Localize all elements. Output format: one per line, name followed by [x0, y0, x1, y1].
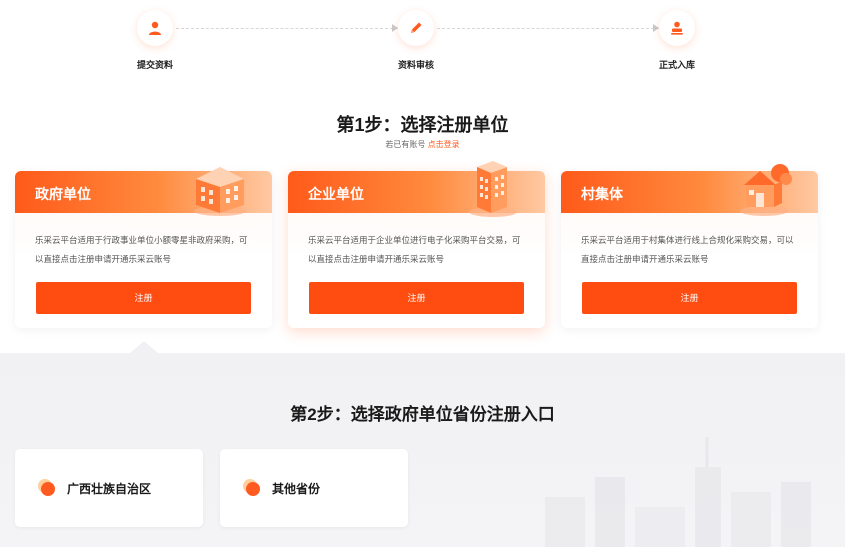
step-review: 资料审核 [371, 10, 461, 71]
register-button-enterprise[interactable]: 注册 [309, 282, 524, 314]
province-name: 广西壮族自治区 [67, 482, 152, 496]
card-header: 村集体 [561, 164, 818, 216]
login-hint: 若已有账号 点击登录 [0, 139, 845, 150]
user-stamp-icon [659, 10, 695, 46]
step-connector [176, 24, 398, 32]
card-title: 政府单位 [35, 186, 91, 202]
step-label: 提交资料 [136, 60, 173, 70]
step-label: 资料审核 [397, 60, 434, 70]
city-skyline-decoration [545, 437, 811, 547]
registration-page: 提交资料 资料审核 正式入库 第1步：选择注册单位 若已有账号 点击登录 政府单… [0, 0, 845, 547]
step-stored: 正式入库 [632, 10, 722, 71]
user-icon [137, 10, 173, 46]
province-name: 其他省份 [272, 482, 321, 496]
card-village[interactable]: 村集体 乐采云平台适用于村集体进行线上合规化采购交易，可以直接点击注册申请开通乐… [561, 164, 818, 328]
step-connector [437, 24, 659, 32]
province-guangxi[interactable]: 广西壮族自治区 [15, 449, 203, 527]
pencil-icon [398, 10, 434, 46]
register-button-village[interactable]: 注册 [582, 282, 797, 314]
orange-dot-icon [38, 479, 55, 496]
province-other[interactable]: 其他省份 [220, 449, 408, 527]
step1-title: 第1步：选择注册单位 [336, 115, 509, 135]
register-button-government[interactable]: 注册 [36, 282, 251, 314]
card-government[interactable]: 政府单位 乐采云平台适用于行政事业单位小额零星非政府采购，可以直接点击注册申请开… [15, 167, 272, 328]
card-enterprise[interactable]: 企业单位 乐采云平台适用于企业单位进行电子化采购平台交易，可以直接点击注册申请开… [288, 161, 545, 328]
orange-dot-icon [243, 479, 260, 496]
login-link[interactable]: 点击登录 [428, 140, 460, 149]
card-header: 政府单位 [15, 167, 272, 216]
step-label: 正式入库 [658, 60, 695, 70]
card-title: 企业单位 [308, 186, 364, 202]
progress-stepper: 提交资料 资料审核 正式入库 [0, 10, 845, 70]
card-header: 企业单位 [288, 161, 545, 217]
card-title: 村集体 [581, 186, 623, 202]
government-building-icon [194, 167, 246, 216]
login-hint-text: 若已有账号 [385, 140, 426, 149]
step-submit: 提交资料 [110, 10, 200, 71]
office-tower-icon [469, 161, 517, 217]
village-house-icon [740, 164, 792, 216]
active-card-pointer [130, 341, 158, 353]
step2-title: 第2步：选择政府单位省份注册入口 [290, 405, 555, 424]
